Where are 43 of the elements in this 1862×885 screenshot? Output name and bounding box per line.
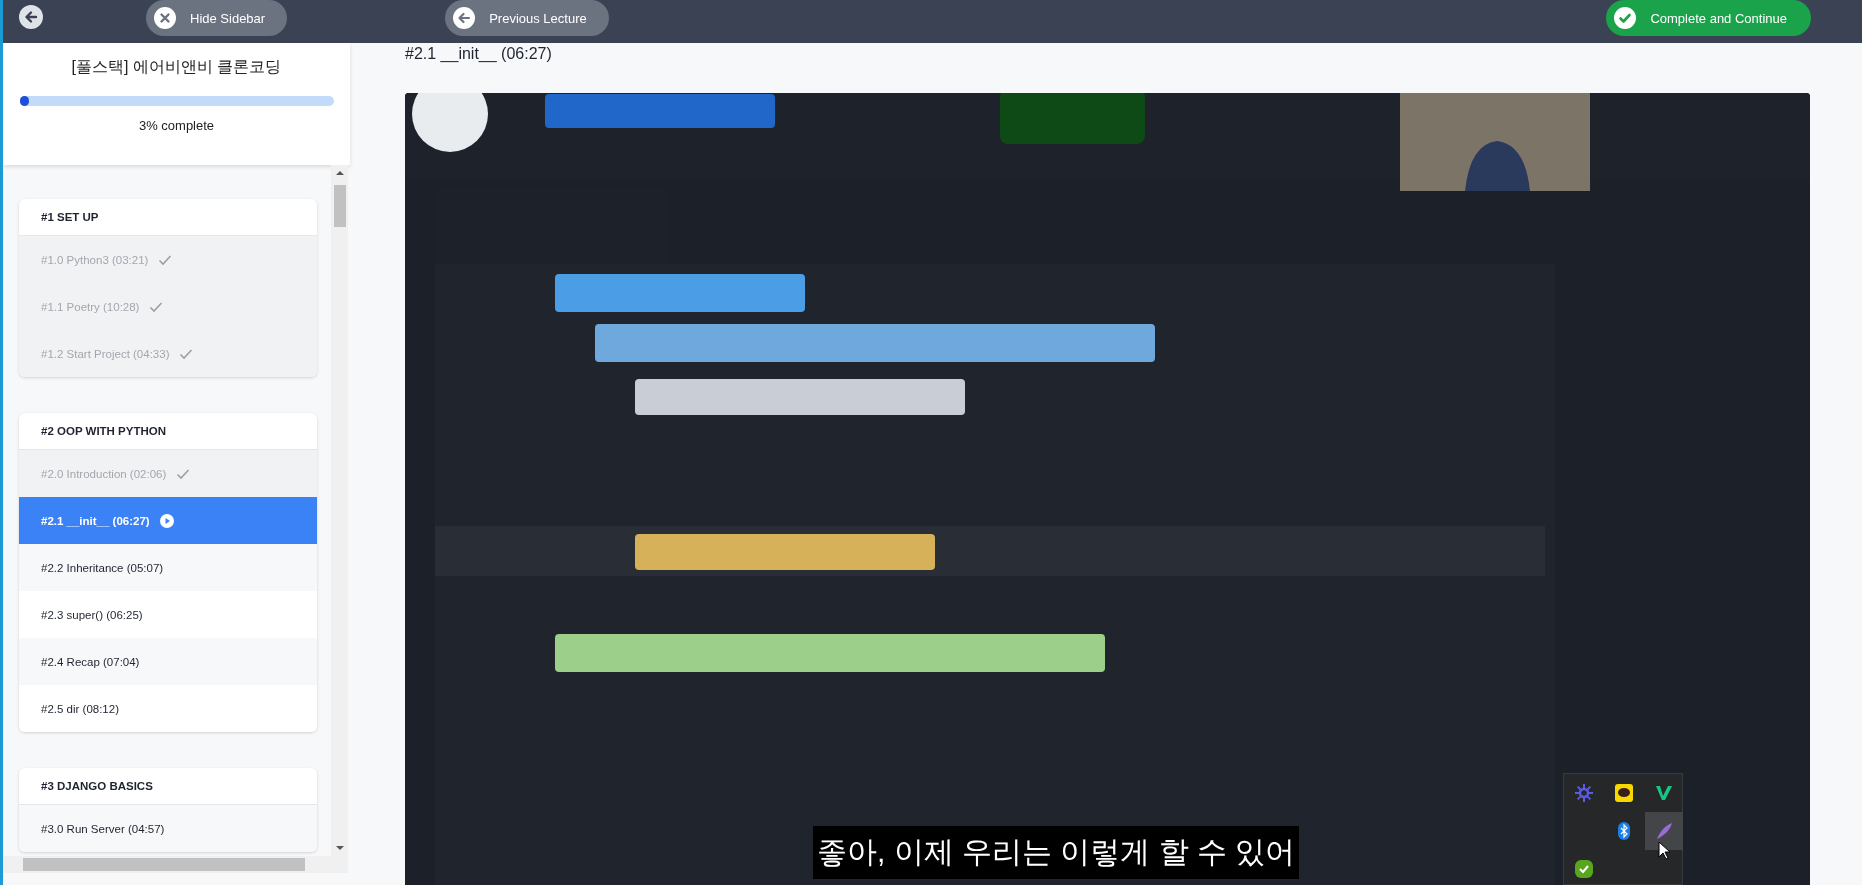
checkmark-icon (149, 300, 164, 313)
lecture-item[interactable]: #2.3 super() (06:25) (19, 591, 317, 638)
gear-icon[interactable] (1574, 783, 1594, 803)
lecture-title: #3.0 Run Server (04:57) (41, 822, 165, 835)
lecture-title: #2.1 __init__ (06:27) (41, 514, 150, 527)
lecture-item[interactable]: #2.1 __init__ (06:27) (19, 497, 317, 544)
lecture-item[interactable]: #3.0 Run Server (04:57) (19, 805, 317, 852)
complete-and-continue-button[interactable]: Complete and Continue (1606, 0, 1811, 36)
subtitle-caption: 좋아, 이제 우리는 이렇게 할 수 있어 (813, 826, 1300, 879)
lecture-title: #2.2 Inheritance (05:07) (41, 561, 164, 574)
play-icon (159, 513, 174, 528)
feather-icon[interactable] (1645, 812, 1683, 850)
lecture-heading: #2.1 __init__ (06:27) (405, 45, 553, 65)
progress-label: 3% complete (138, 118, 215, 133)
lecture-title: #2.5 dir (08:12) (41, 702, 119, 715)
lecture-title: #1.2 Start Project (04:33) (41, 347, 170, 360)
v-logo-icon[interactable] (1655, 784, 1673, 802)
hide-sidebar-button[interactable]: Hide Sidebar (146, 0, 288, 36)
shield-check-icon[interactable] (1575, 860, 1593, 878)
arrow-left-icon (24, 10, 38, 24)
checkmark-icon (1614, 7, 1637, 29)
previous-lecture-button[interactable]: Previous Lecture (445, 0, 609, 36)
back-button[interactable] (19, 5, 43, 29)
lecture-item[interactable]: #2.2 Inheritance (05:07) (19, 544, 317, 591)
scrollbar[interactable] (3, 856, 348, 873)
lecture-title: #2.3 super() (06:25) (41, 608, 143, 621)
checkmark-icon (158, 253, 173, 266)
checkmark-icon (176, 467, 191, 480)
course-title: [풀스택] 에어비앤비 클론코딩 (71, 57, 282, 77)
video-player[interactable]: 좋아, 이제 우리는 이렇게 할 수 있어 (405, 93, 1810, 885)
lecture-title: #2.4 Recap (07:04) (41, 655, 140, 668)
lecture-title: #2.0 Introduction (02:06) (41, 467, 167, 480)
lecture-item[interactable]: #2.4 Recap (07:04) (19, 638, 317, 685)
close-icon (154, 7, 176, 29)
scrollbar[interactable] (331, 165, 348, 856)
arrow-left-icon (453, 7, 476, 29)
chat-bubble-icon[interactable] (1615, 784, 1633, 802)
mouse-cursor-icon (1658, 841, 1670, 860)
lecture-title: #1.0 Python3 (03:21) (41, 253, 149, 266)
bluetooth-icon[interactable] (1618, 822, 1630, 840)
lecture-item[interactable]: #2.5 dir (08:12) (19, 685, 317, 732)
lecture-title: #1.1 Poetry (10:28) (41, 300, 140, 313)
checkmark-icon (179, 347, 194, 360)
